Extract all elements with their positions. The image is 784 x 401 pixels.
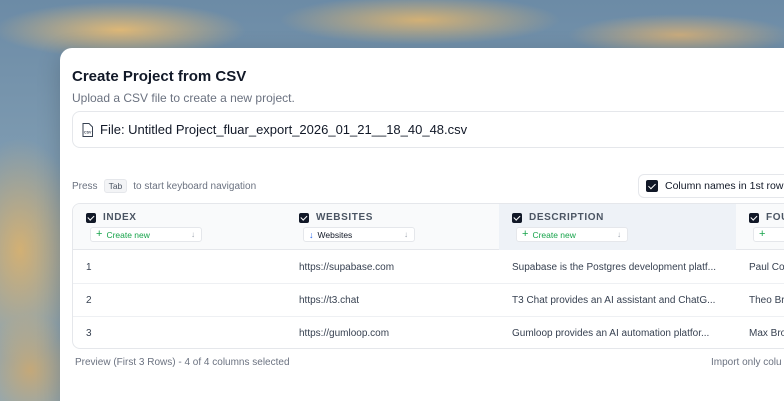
plus-icon: + — [759, 228, 766, 240]
cell-website: https://supabase.com — [299, 262, 395, 273]
preview-summary: Preview (First 3 Rows) - 4 of 4 columns … — [75, 357, 290, 368]
cell-description: Gumloop provides an AI automation platfo… — [512, 328, 710, 339]
hint-press: Press — [72, 180, 98, 192]
table-row: 1 https://supabase.com Supabase is the P… — [73, 251, 784, 284]
arrow-down-icon: ↓ — [309, 229, 314, 240]
modal-title: Create Project from CSV — [72, 68, 247, 85]
table-row: 3 https://gumloop.com Gumloop provides a… — [73, 317, 784, 348]
column-label: DESCRIPTION — [529, 212, 604, 223]
column-mapping-select[interactable]: + Create new ↓ — [516, 227, 628, 242]
create-project-modal: Create Project from CSV Upload a CSV fil… — [60, 48, 784, 401]
csv-file-icon: CSV — [82, 122, 93, 137]
svg-text:CSV: CSV — [84, 130, 92, 134]
cell-index: 1 — [86, 262, 92, 273]
plus-icon: + — [522, 228, 529, 240]
chevron-down-icon: ↓ — [191, 230, 195, 239]
column-header-description: DESCRIPTION + Create new ↓ — [499, 204, 736, 250]
tab-key-badge: Tab — [103, 179, 128, 193]
mapping-label: Create new — [106, 229, 150, 240]
preview-table: INDEX + Create new ↓ WEBSITES ↓ Websites… — [72, 203, 784, 349]
mapping-label: Websites — [317, 229, 353, 240]
hint-rest: to start keyboard navigation — [133, 180, 257, 192]
file-upload-box[interactable]: CSV File: Untitled Project_fluar_export_… — [72, 111, 784, 148]
cell-description: Supabase is the Postgres development pla… — [512, 262, 717, 273]
keyboard-hint: Press Tab to start keyboard navigation — [72, 179, 256, 193]
plus-icon: + — [96, 228, 103, 240]
column-header-founders: FOU + — [736, 204, 784, 250]
column-names-checkbox[interactable] — [646, 180, 658, 192]
table-header: INDEX + Create new ↓ WEBSITES ↓ Websites… — [73, 204, 784, 250]
mapping-label: Create new — [532, 229, 576, 240]
column-header-websites: WEBSITES ↓ Websites ↓ — [286, 204, 499, 250]
column-names-label: Column names in 1st row — [665, 180, 784, 192]
chevron-down-icon: ↓ — [617, 230, 621, 239]
column-checkbox[interactable] — [749, 212, 759, 223]
cell-founders: Theo Br — [749, 295, 784, 306]
column-mapping-select[interactable]: ↓ Websites ↓ — [303, 227, 415, 242]
column-checkbox[interactable] — [86, 212, 96, 223]
table-row: 2 https://t3.chat T3 Chat provides an AI… — [73, 284, 784, 317]
cell-website: https://t3.chat — [299, 295, 360, 306]
column-checkbox[interactable] — [299, 212, 309, 223]
modal-subtitle: Upload a CSV file to create a new projec… — [72, 91, 295, 105]
chevron-down-icon: ↓ — [404, 230, 408, 239]
cell-index: 3 — [86, 328, 92, 339]
column-mapping-select[interactable]: + — [753, 227, 784, 242]
cell-founders: Paul Co — [749, 262, 784, 273]
column-names-toggle[interactable]: Column names in 1st row — [638, 174, 784, 198]
column-label: FOU — [766, 212, 784, 223]
column-label: WEBSITES — [316, 212, 374, 223]
file-name: File: Untitled Project_fluar_export_2026… — [100, 122, 468, 137]
cell-website: https://gumloop.com — [299, 328, 390, 339]
cell-index: 2 — [86, 295, 92, 306]
column-label: INDEX — [103, 212, 137, 223]
column-header-index: INDEX + Create new ↓ — [73, 204, 286, 250]
cell-founders: Max Bro — [749, 328, 784, 339]
import-only-option[interactable]: Import only colu — [711, 357, 782, 368]
column-mapping-select[interactable]: + Create new ↓ — [90, 227, 202, 242]
cell-description: T3 Chat provides an AI assistant and Cha… — [512, 295, 716, 306]
column-checkbox[interactable] — [512, 212, 522, 223]
